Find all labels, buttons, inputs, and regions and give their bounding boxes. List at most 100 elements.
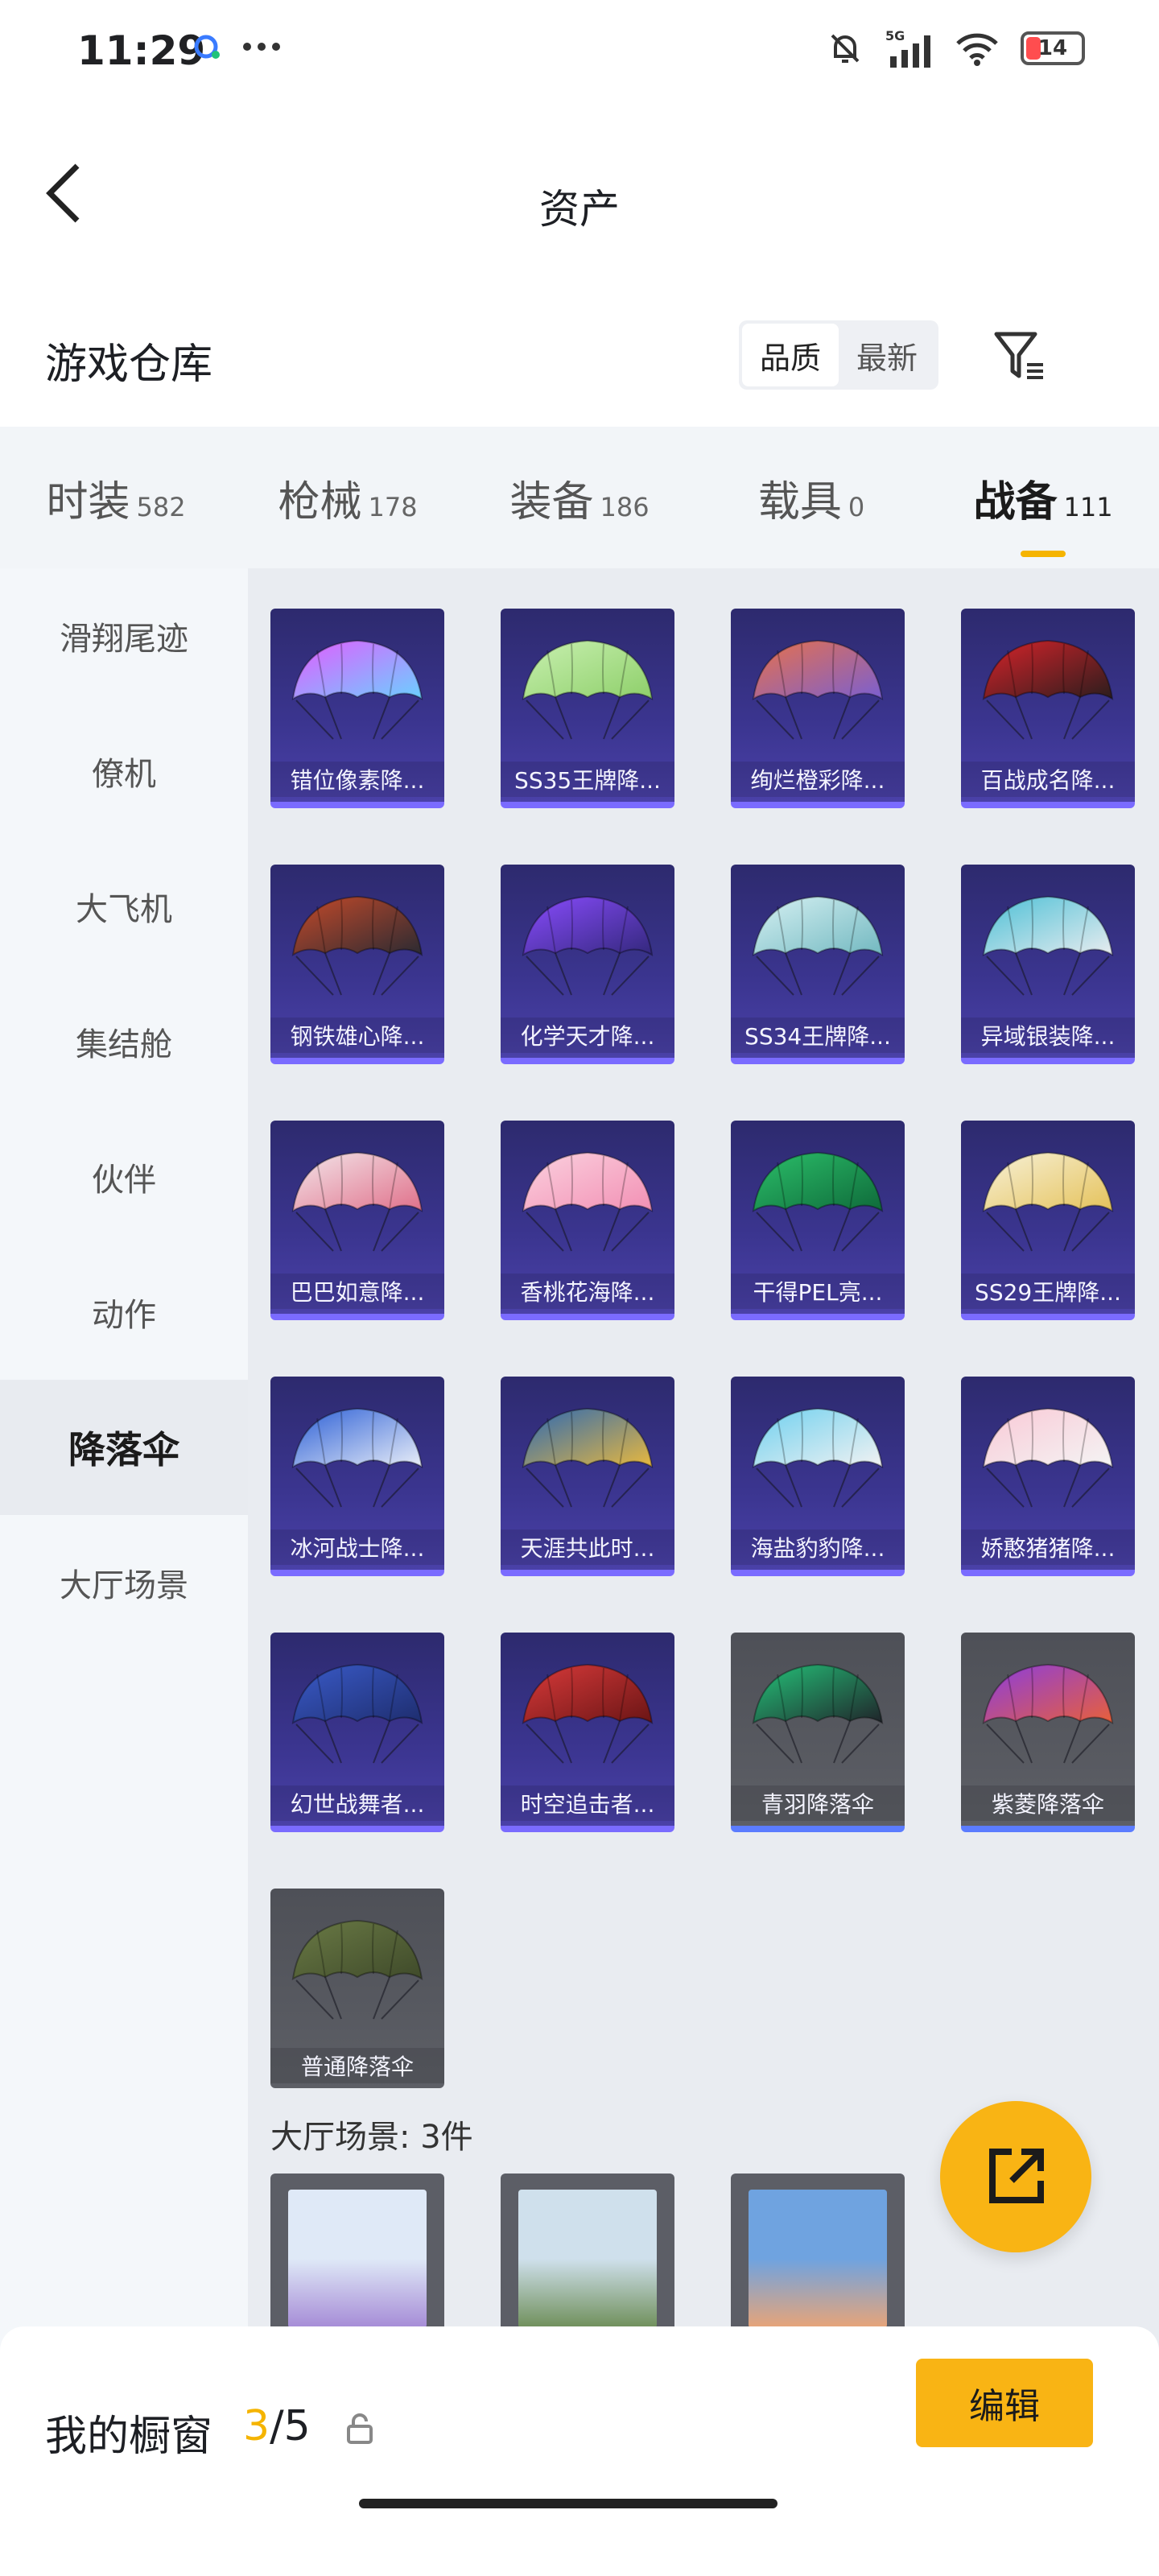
item-card[interactable]: SS35王牌降... <box>501 609 674 808</box>
item-label: 化学天才降... <box>501 1018 674 1053</box>
lock-icon <box>347 2413 373 2444</box>
sidebar-item[interactable]: 僚机 <box>0 704 248 839</box>
status-left-icons <box>192 31 282 63</box>
status-time: 11:29 <box>77 27 206 74</box>
item-card[interactable]: 普通降落伞 <box>270 1889 444 2088</box>
parachute-icon <box>982 639 1114 740</box>
share-button[interactable] <box>940 2101 1091 2252</box>
warehouse-title: 游戏仓库 <box>45 341 213 389</box>
item-label: SS34王牌降... <box>731 1018 905 1053</box>
item-label: 错位像素降... <box>270 762 444 797</box>
tab-label: 枪械 <box>278 477 362 526</box>
sidebar-item[interactable]: 集结舱 <box>0 974 248 1109</box>
parachute-icon <box>982 1663 1114 1764</box>
item-card[interactable]: 青羽降落伞 <box>731 1633 905 1832</box>
parachute-icon <box>522 1151 654 1252</box>
parachute-icon <box>522 1663 654 1764</box>
item-label: 百战成名降... <box>961 762 1135 797</box>
tab-3[interactable]: 载具 0 <box>695 468 927 528</box>
tab-count: 111 <box>1063 491 1113 522</box>
item-card[interactable]: 绚烂橙彩降... <box>731 609 905 808</box>
parachute-icon <box>752 895 884 996</box>
sidebar-item[interactable]: 降落伞 <box>0 1380 248 1515</box>
tab-count: 178 <box>368 491 418 522</box>
item-label: SS35王牌降... <box>501 762 674 797</box>
sort-toggle: 品质 最新 <box>739 320 938 390</box>
item-card[interactable]: SS34王牌降... <box>731 865 905 1064</box>
item-label: SS29王牌降... <box>961 1274 1135 1309</box>
item-label: 绚烂橙彩降... <box>731 762 905 797</box>
sidebar-item[interactable]: 滑翔尾迹 <box>0 568 248 704</box>
item-card[interactable]: 幻世战舞者... <box>270 1633 444 1832</box>
item-card[interactable]: 异域银装降... <box>961 865 1135 1064</box>
tab-count: 582 <box>136 491 186 522</box>
parachute-icon <box>291 1663 423 1764</box>
parachute-icon <box>752 639 884 740</box>
signal-icon: 5G <box>885 28 930 68</box>
status-bar: 11:29 5G 14 <box>0 0 1159 105</box>
tab-0[interactable]: 时装 582 <box>0 468 232 528</box>
status-right-icons: 5G 14 <box>826 27 1085 69</box>
filter-icon <box>994 332 1043 379</box>
warehouse-header: 游戏仓库 品质 最新 <box>0 274 1159 427</box>
sidebar-item[interactable]: 伙伴 <box>0 1109 248 1245</box>
item-card[interactable]: 百战成名降... <box>961 609 1135 808</box>
item-label: 干得PEL亮... <box>731 1274 905 1309</box>
filter-button[interactable] <box>990 324 1050 388</box>
edit-button[interactable]: 编辑 <box>916 2359 1093 2447</box>
item-card[interactable]: 紫菱降落伞 <box>961 1633 1135 1832</box>
item-card[interactable]: 海盐豹豹降... <box>731 1377 905 1576</box>
parachute-icon <box>291 639 423 740</box>
assistant-icon <box>194 35 220 59</box>
item-label: 巴巴如意降... <box>270 1274 444 1309</box>
parachute-icon <box>752 1407 884 1508</box>
scene-section-title: 大厅场景: 3件 <box>270 2119 473 2156</box>
parachute-icon <box>522 1407 654 1508</box>
tab-count: 186 <box>600 491 650 522</box>
sidebar-item[interactable]: 大厅场景 <box>0 1515 248 1650</box>
item-card[interactable]: 错位像素降... <box>270 609 444 808</box>
tab-1[interactable]: 枪械 178 <box>232 468 464 528</box>
sort-quality-button[interactable]: 品质 <box>742 324 839 386</box>
parachute-icon <box>291 1151 423 1252</box>
parachute-icon <box>752 1663 884 1764</box>
home-indicator <box>359 2499 777 2508</box>
item-card[interactable]: 化学天才降... <box>501 865 674 1064</box>
scene-thumbnail <box>518 2190 657 2328</box>
sidebar-item[interactable]: 动作 <box>0 1245 248 1380</box>
parachute-icon <box>291 1407 423 1508</box>
item-card[interactable]: 天涯共此时... <box>501 1377 674 1576</box>
parachute-icon <box>982 1151 1114 1252</box>
parachute-icon <box>291 895 423 996</box>
battery-icon: 14 <box>1021 31 1085 65</box>
item-label: 异域银装降... <box>961 1018 1135 1053</box>
tab-4[interactable]: 战备 111 <box>927 468 1159 557</box>
item-card[interactable]: 钢铁雄心降... <box>270 865 444 1064</box>
item-label: 普通降落伞 <box>270 2048 444 2083</box>
sidebar-item[interactable]: 大飞机 <box>0 839 248 974</box>
item-card[interactable]: 巴巴如意降... <box>270 1121 444 1320</box>
subcategory-sidebar: 滑翔尾迹 僚机 大飞机 集结舱 伙伴 动作 降落伞 大厅场景 <box>0 568 248 2372</box>
parachute-icon <box>752 1151 884 1252</box>
item-label: 香桃花海降... <box>501 1274 674 1309</box>
item-grid: 错位像素降... SS35王牌降... 绚烂橙彩降... 百战成名降... 钢铁… <box>270 609 1148 2088</box>
parachute-icon <box>982 1407 1114 1508</box>
item-card[interactable]: 干得PEL亮... <box>731 1121 905 1320</box>
sort-newest-button[interactable]: 最新 <box>839 324 935 386</box>
category-tabs: 时装 582 枪械 178 装备 186 载具 0 战备 111 <box>0 427 1159 568</box>
item-card[interactable]: SS29王牌降... <box>961 1121 1135 1320</box>
scene-thumbnail <box>749 2190 887 2328</box>
item-card[interactable]: 冰河战士降... <box>270 1377 444 1576</box>
tab-2[interactable]: 装备 186 <box>464 468 695 528</box>
item-label: 娇憨猪猪降... <box>961 1530 1135 1565</box>
parachute-icon <box>522 639 654 740</box>
item-card[interactable]: 香桃花海降... <box>501 1121 674 1320</box>
item-label: 冰河战士降... <box>270 1530 444 1565</box>
item-card[interactable]: 时空追击者... <box>501 1633 674 1832</box>
top-nav: 资产 <box>0 105 1159 274</box>
showcase-total: /5 <box>270 2402 311 2450</box>
item-card[interactable]: 娇憨猪猪降... <box>961 1377 1135 1576</box>
more-dots-icon <box>243 43 280 51</box>
item-label: 幻世战舞者... <box>270 1785 444 1821</box>
mute-bell-icon <box>831 34 860 63</box>
